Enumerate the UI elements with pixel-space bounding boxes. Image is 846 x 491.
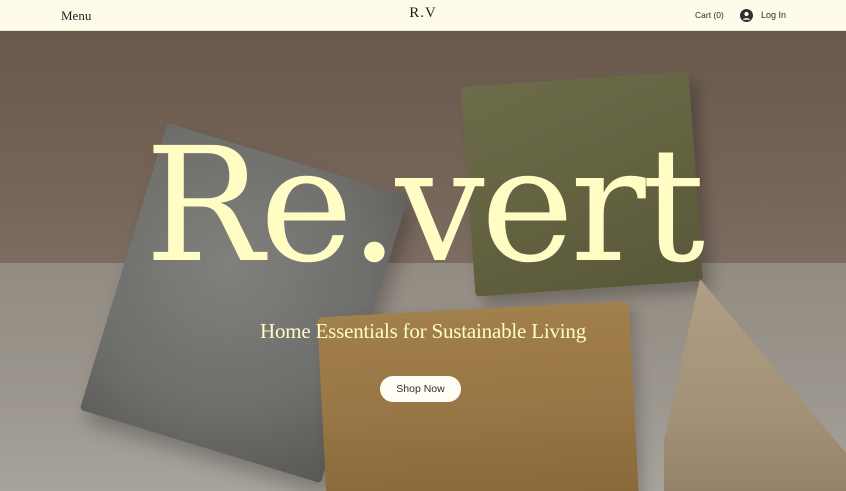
cart-link[interactable]: Cart (0) — [695, 10, 724, 20]
shop-now-button[interactable]: Shop Now — [380, 376, 461, 402]
hero-section: Re.vert Home Essentials for Sustainable … — [0, 31, 846, 491]
hero-subtitle: Home Essentials for Sustainable Living — [259, 319, 586, 343]
login-label: Log In — [761, 10, 787, 20]
login-button[interactable]: Log In — [740, 8, 786, 22]
user-avatar-icon — [740, 8, 753, 22]
site-header: Menu R.V Cart (0) Log In — [0, 0, 846, 31]
hero-title: Re.vert — [144, 114, 705, 298]
